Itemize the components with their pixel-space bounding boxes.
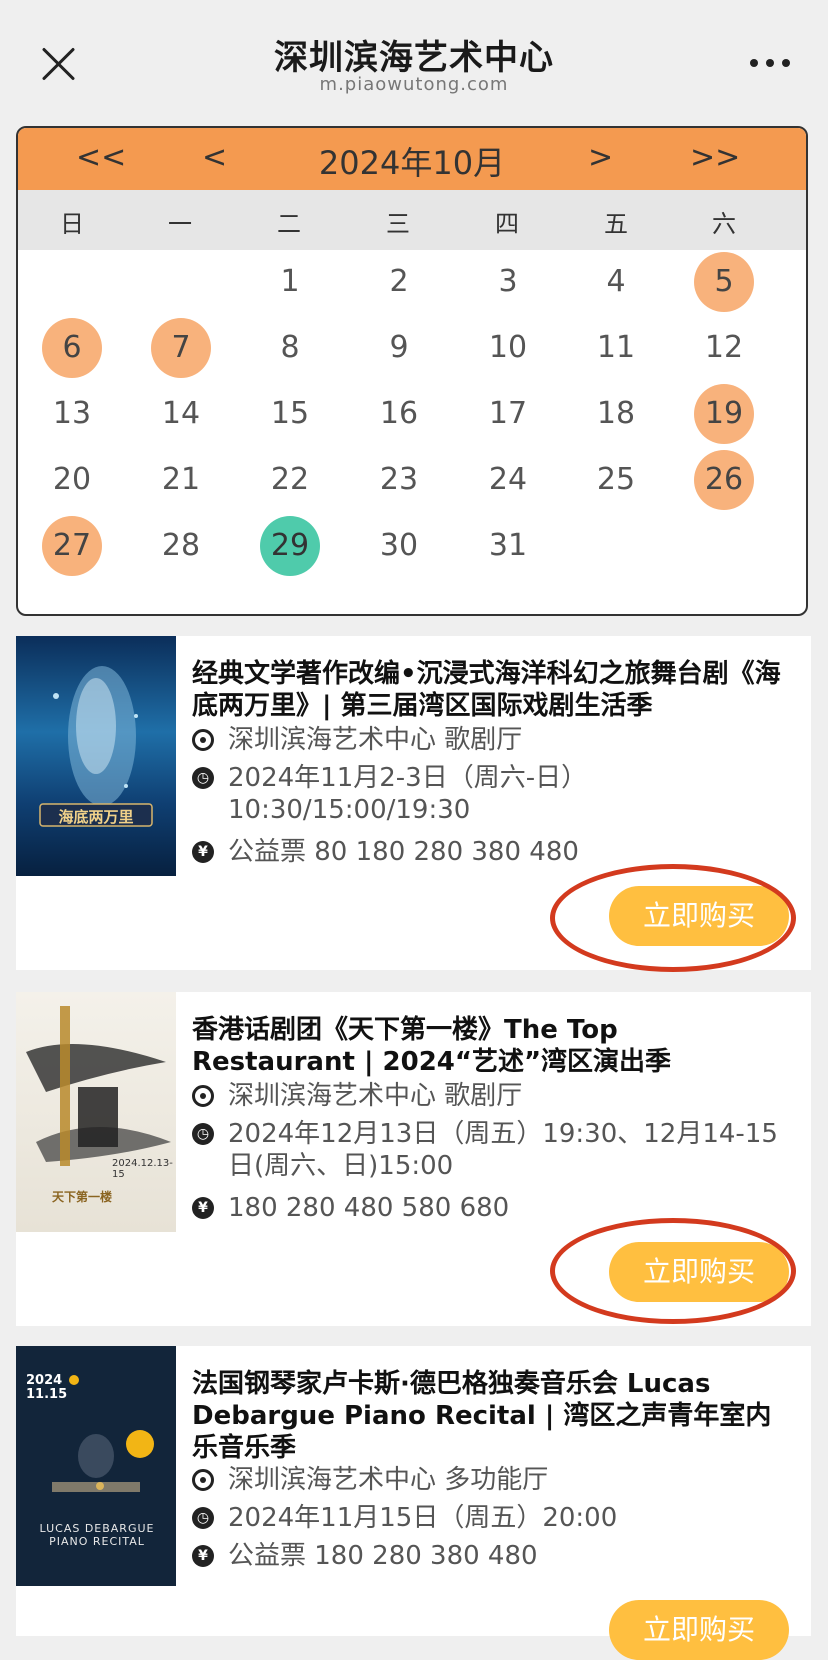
calendar-day[interactable]: 4 xyxy=(586,252,646,312)
weekday-sat: 六 xyxy=(712,210,736,238)
weekday-wed: 三 xyxy=(386,210,410,238)
weekday-row: 日 一 二 三 四 五 六 xyxy=(18,190,806,250)
event-title[interactable]: 香港话剧团《天下第一楼》The Top Restaurant | 2024“艺述… xyxy=(192,1014,782,1078)
clock-icon: ◷ xyxy=(192,1507,214,1529)
calendar-day[interactable]: 11 xyxy=(586,318,646,378)
calendar-day-event[interactable]: 27 xyxy=(42,516,102,576)
venue-text: 深圳滨海艺术中心 多功能厅 xyxy=(228,1465,549,1495)
calendar-day-event[interactable]: 5 xyxy=(694,252,754,312)
buy-now-button[interactable]: 立即购买 xyxy=(609,1242,789,1302)
event-poster[interactable]: 海底两万里 xyxy=(16,636,176,876)
poster-title: LUCAS DEBARGUE PIANO RECITAL xyxy=(39,1522,155,1548)
event-time: ◷ 2024年11月2-3日（周六-日）10:30/15:00/19:30 xyxy=(192,762,792,826)
venue-text: 深圳滨海艺术中心 歌剧厅 xyxy=(228,725,523,755)
calendar-day[interactable]: 21 xyxy=(151,450,211,510)
calendar-day-today[interactable]: 29 xyxy=(260,516,320,576)
calendar-day[interactable]: 16 xyxy=(369,384,429,444)
calendar-day[interactable]: 1 xyxy=(260,252,320,312)
calendar-header: << < 2024年10月 > >> xyxy=(18,128,806,190)
clock-icon: ◷ xyxy=(192,767,214,789)
calendar-day[interactable]: 8 xyxy=(260,318,320,378)
poster-date: 2024.12.13-15 xyxy=(112,1158,173,1180)
calendar: << < 2024年10月 > >> 日 一 二 三 四 五 六 1 2 3 4… xyxy=(16,126,808,616)
weekday-fri: 五 xyxy=(604,210,628,238)
calendar-day[interactable]: 14 xyxy=(151,384,211,444)
calendar-day[interactable]: 13 xyxy=(42,384,102,444)
page-title: 深圳滨海艺术中心 xyxy=(274,38,554,78)
location-icon xyxy=(192,729,214,751)
calendar-day[interactable]: 28 xyxy=(151,516,211,576)
price-text: 公益票 180 280 380 480 xyxy=(228,1541,538,1571)
calendar-day[interactable]: 9 xyxy=(369,318,429,378)
calendar-day[interactable]: 2 xyxy=(369,252,429,312)
weekday-thu: 四 xyxy=(495,210,519,238)
location-icon xyxy=(192,1085,214,1107)
calendar-day[interactable]: 18 xyxy=(586,384,646,444)
calendar-day-event[interactable]: 26 xyxy=(694,450,754,510)
event-title[interactable]: 经典文学著作改编•沉浸式海洋科幻之旅舞台剧《海底两万里》| 第三届湾区国际戏剧生… xyxy=(192,658,782,722)
calendar-day[interactable]: 17 xyxy=(478,384,538,444)
calendar-day[interactable]: 3 xyxy=(478,252,538,312)
calendar-day[interactable]: 30 xyxy=(369,516,429,576)
poster-title: 海底两万里 xyxy=(58,808,134,826)
poster-date: 2024 11.15 xyxy=(26,1373,68,1402)
event-time: ◷ 2024年12月13日（周五）19:30、12月14-15日(周六、日)15… xyxy=(192,1118,792,1182)
clock-icon: ◷ xyxy=(192,1123,214,1145)
yen-icon: ¥ xyxy=(192,1197,214,1219)
yen-icon: ¥ xyxy=(192,1545,214,1567)
next-year-button[interactable]: >> xyxy=(690,140,740,175)
event-poster[interactable]: 2024.12.13-15 天下第一楼 xyxy=(16,992,176,1232)
price-text: 公益票 80 180 280 380 480 xyxy=(228,837,579,867)
weekday-sun: 日 xyxy=(60,210,84,238)
buy-now-button[interactable]: 立即购买 xyxy=(609,1600,789,1660)
calendar-day[interactable]: 23 xyxy=(369,450,429,510)
event-card[interactable]: 海底两万里 经典文学著作改编•沉浸式海洋科幻之旅舞台剧《海底两万里》| 第三届湾… xyxy=(16,636,811,972)
next-month-button[interactable]: > xyxy=(588,140,613,175)
calendar-day-event[interactable]: 19 xyxy=(694,384,754,444)
location-icon xyxy=(192,1469,214,1491)
yen-icon: ¥ xyxy=(192,841,214,863)
event-card[interactable]: 2024.12.13-15 天下第一楼 香港话剧团《天下第一楼》The Top … xyxy=(16,992,811,1326)
calendar-day[interactable]: 31 xyxy=(478,516,538,576)
whale-illustration xyxy=(39,666,153,827)
weekday-mon: 一 xyxy=(168,210,192,238)
time-text: 2024年11月2-3日（周六-日）10:30/15:00/19:30 xyxy=(228,763,588,825)
calendar-day[interactable]: 15 xyxy=(260,384,320,444)
calendar-day[interactable]: 12 xyxy=(694,318,754,378)
calendar-day-event[interactable]: 6 xyxy=(42,318,102,378)
time-text: 2024年11月15日（周五）20:00 xyxy=(228,1503,618,1533)
more-menu-icon[interactable] xyxy=(750,56,790,70)
event-card[interactable]: 2024 11.15 LUCAS DEBARGUE PIANO RECITAL … xyxy=(16,1346,811,1660)
top-bar: 深圳滨海艺术中心 m.piaowutong.com xyxy=(0,0,828,118)
weekday-tue: 二 xyxy=(277,210,301,238)
calendar-day-event[interactable]: 7 xyxy=(151,318,211,378)
poster-title: 天下第一楼 xyxy=(52,1190,113,1204)
price-text: 180 280 480 580 680 xyxy=(228,1193,510,1223)
calendar-day[interactable]: 20 xyxy=(42,450,102,510)
calendar-day[interactable]: 24 xyxy=(478,450,538,510)
venue-text: 深圳滨海艺术中心 歌剧厅 xyxy=(228,1081,523,1111)
calendar-day[interactable]: 25 xyxy=(586,450,646,510)
calendar-day[interactable]: 22 xyxy=(260,450,320,510)
time-text: 2024年12月13日（周五）19:30、12月14-15日(周六、日)15:0… xyxy=(228,1119,778,1181)
month-label: 2024年10月 xyxy=(318,144,506,182)
event-title[interactable]: 法国钢琴家卢卡斯·德巴格独奏音乐会 Lucas Debargue Piano R… xyxy=(192,1368,772,1464)
buy-now-button[interactable]: 立即购买 xyxy=(609,886,789,946)
calendar-day[interactable]: 10 xyxy=(478,318,538,378)
event-poster[interactable]: 2024 11.15 LUCAS DEBARGUE PIANO RECITAL xyxy=(16,1346,176,1586)
page-url: m.piaowutong.com xyxy=(319,74,509,95)
